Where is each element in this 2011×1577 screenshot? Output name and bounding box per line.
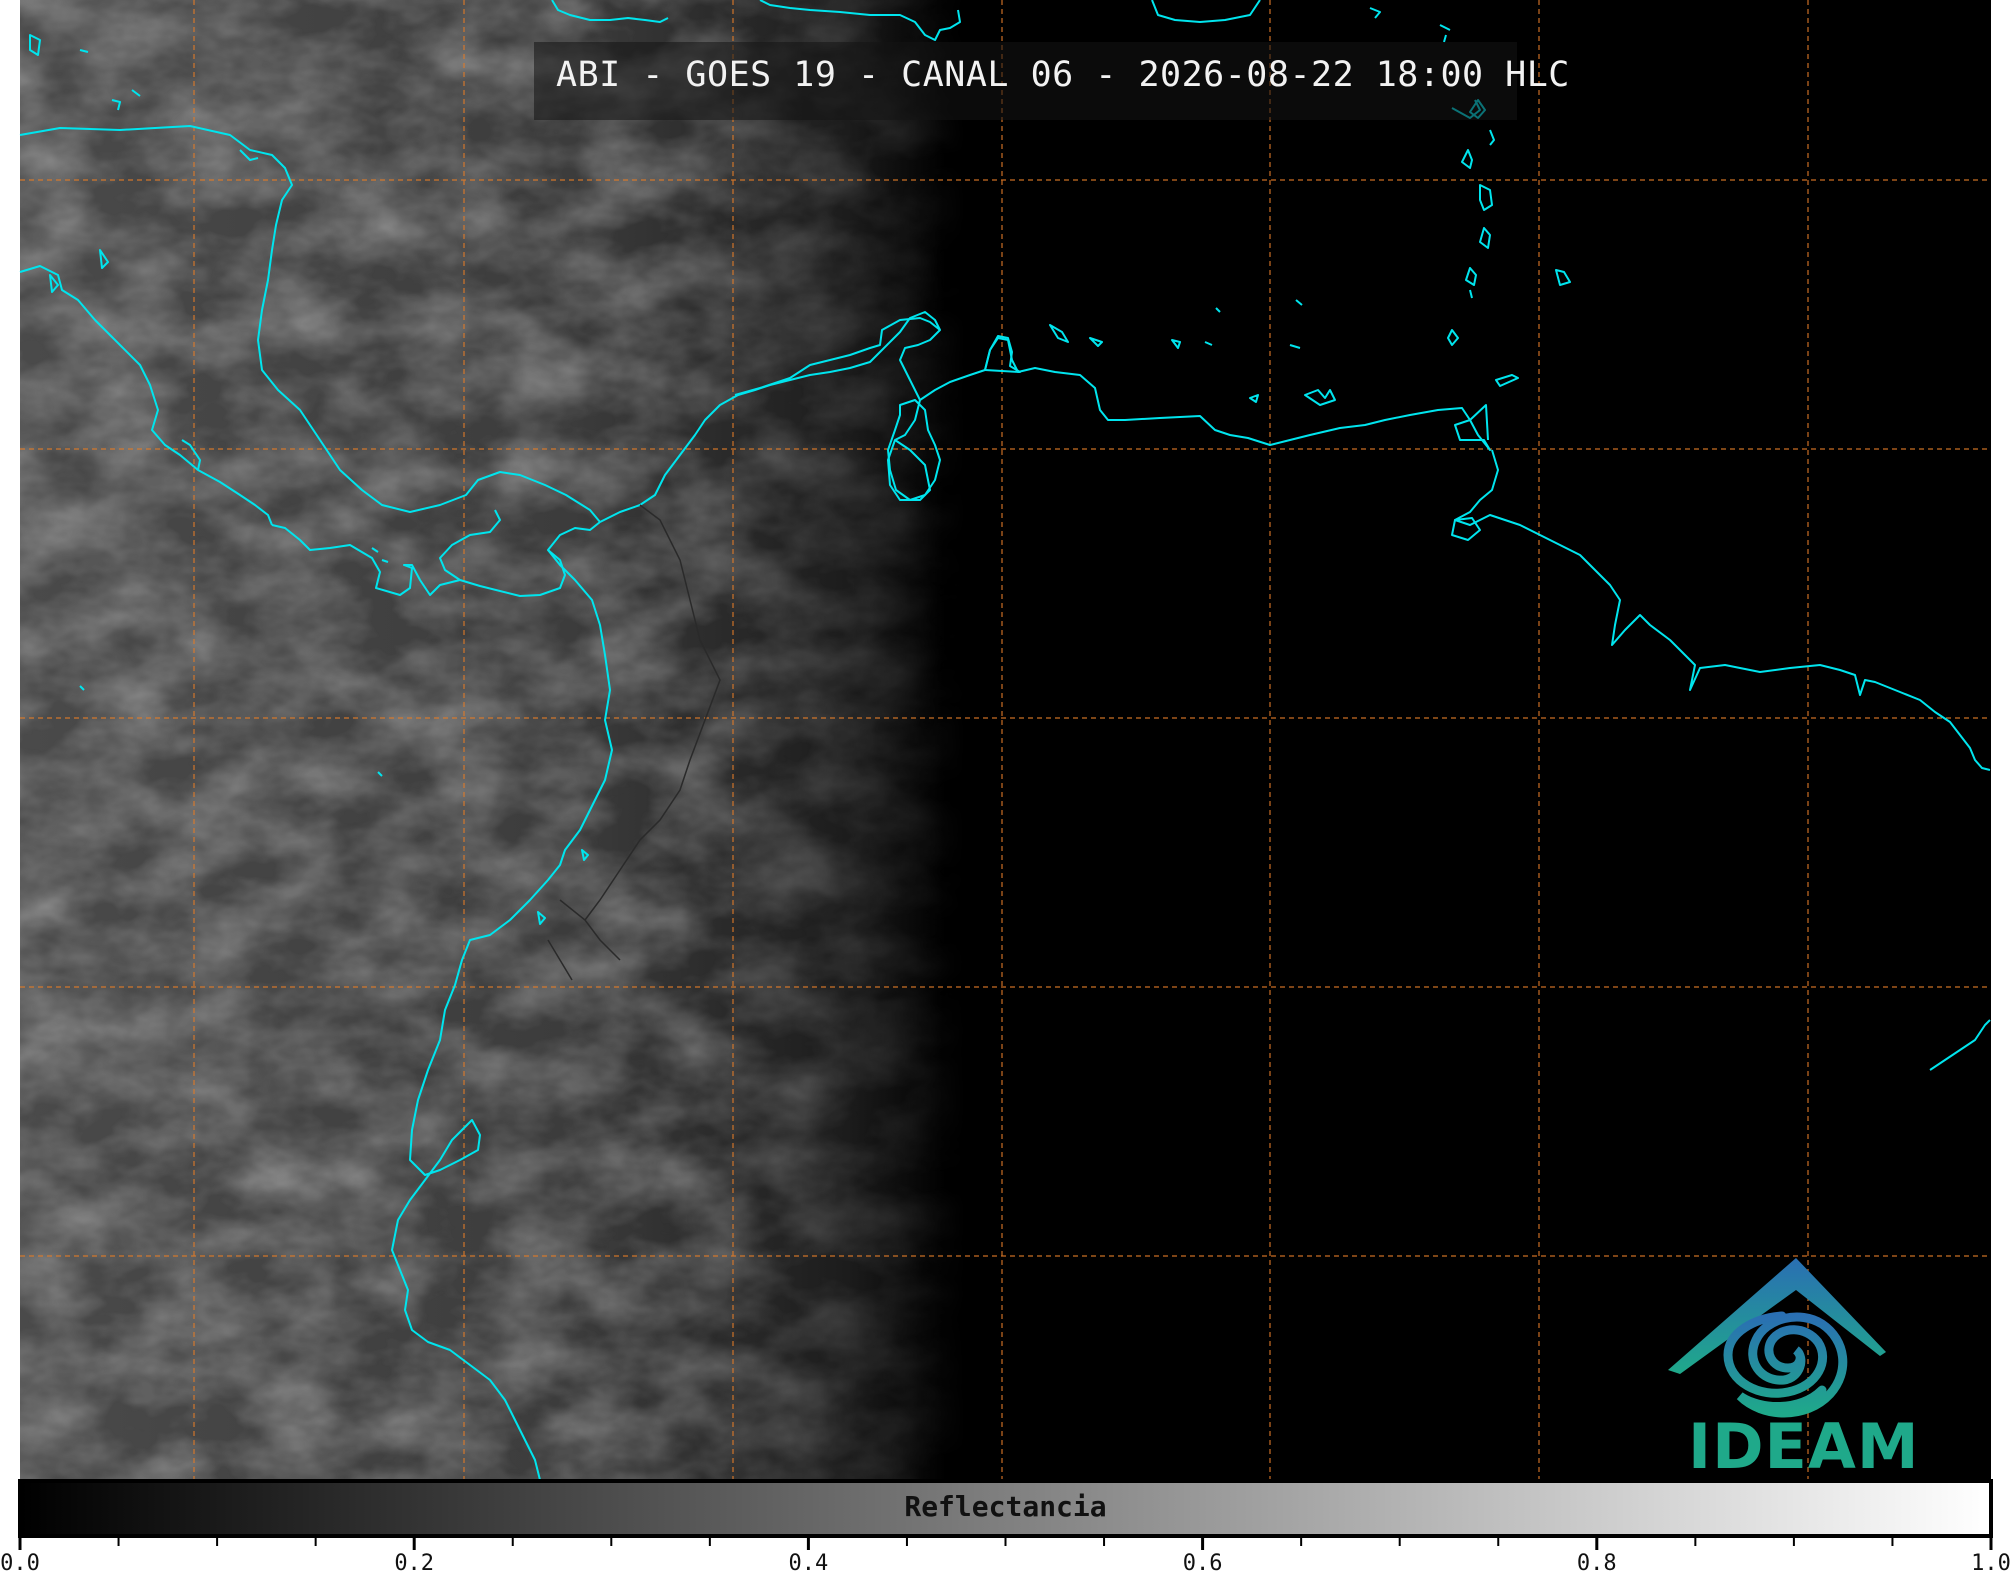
white-left-margin — [0, 0, 20, 1480]
colorbar-ticks — [18, 1536, 1993, 1550]
colorbar-tick-label: 0.6 — [1182, 1551, 1223, 1576]
colorbar-tick-label: 0.0 — [0, 1551, 40, 1576]
satellite-map — [0, 0, 2011, 1480]
cloud-texture — [20, 0, 1991, 1480]
white-right-margin — [1991, 0, 2011, 1480]
colorbar — [18, 1479, 1993, 1550]
colorbar-tick-label: 0.4 — [788, 1551, 829, 1576]
colorbar-tick-label: 0.2 — [394, 1551, 435, 1576]
map-title: ABI - GOES 19 - CANAL 06 - 2026-08-22 18… — [556, 55, 1570, 95]
colorbar-tick-label: 0.8 — [1576, 1551, 1617, 1576]
colorbar-tick-label: 1.0 — [1971, 1551, 2011, 1576]
colorbar-label: Reflectancia — [904, 1490, 1107, 1523]
